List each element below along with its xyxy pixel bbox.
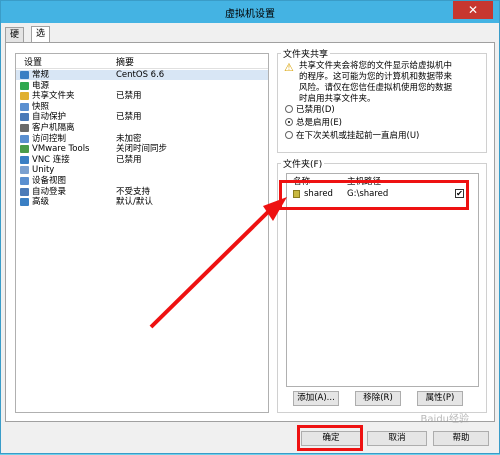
shared-folder-icon <box>20 92 29 101</box>
warning-text: 共享文件夹会将您的文件显示给虚拟机中 的程序。这可能为您的计算机和数据带来 风险… <box>299 61 452 105</box>
folder-sharing-label: 文件夹共享 <box>281 47 331 60</box>
radio-until-poweroff-label: 在下次关机或挂起前一直启用(U) <box>296 131 420 141</box>
warning-line: 共享文件夹会将您的文件显示给虚拟机中 <box>299 61 453 71</box>
radio-disabled-circle[interactable] <box>285 105 293 113</box>
close-button[interactable]: ✕ <box>453 1 493 19</box>
close-icon: ✕ <box>467 3 479 17</box>
warning-icon: ⚠ <box>284 61 294 74</box>
settings-row-label: 共享文件夹 <box>32 91 75 102</box>
properties-button[interactable]: 属性(P) <box>417 391 463 406</box>
window-title: 虚拟机设置 <box>225 9 275 20</box>
settings-row-value: 关闭时间同步 <box>116 144 168 155</box>
settings-list[interactable]: 设置 摘要 常规 CentOS 6.6 电源 共享文件夹 已禁用 快照 自动保护 已禁用 客户机… <box>15 53 269 413</box>
settings-row-label: 设备视图 <box>32 176 67 186</box>
column-header-summary[interactable]: 摘要 <box>116 55 134 68</box>
settings-row-value: 已禁用 <box>116 154 142 165</box>
add-folder-button[interactable]: 添加(A)... <box>293 391 339 406</box>
settings-row-label: VNC 连接 <box>32 154 70 165</box>
radio-always-enabled[interactable]: 总是启用(E) <box>285 118 342 129</box>
autoprotect-icon <box>20 113 29 122</box>
settings-row-value: 默认/默认 <box>116 197 153 208</box>
column-header-setting[interactable]: 设置 <box>24 55 42 68</box>
tab-hardware[interactable]: 硬件 <box>5 27 25 55</box>
title-bar: 虚拟机设置 ✕ <box>1 1 499 23</box>
folders-label: 文件夹(F) <box>281 157 325 170</box>
autologin-icon <box>20 187 29 196</box>
remove-folder-button[interactable]: 移除(R) <box>355 391 401 406</box>
cancel-button[interactable]: 取消 <box>367 431 427 446</box>
settings-row[interactable]: 共享文件夹 已禁用 <box>16 91 268 101</box>
radio-until-poweroff-circle[interactable] <box>285 131 293 139</box>
folder-icon <box>293 190 300 198</box>
settings-row-label: Unity <box>32 165 55 176</box>
vnc-icon <box>20 155 29 164</box>
settings-row[interactable]: 电源 <box>16 81 268 91</box>
column-header-host-path[interactable]: 主机路径 <box>347 175 381 187</box>
settings-row[interactable]: VNC 连接 已禁用 <box>16 155 268 165</box>
warning-line: 的程序。这可能为您的计算机和数据带来 <box>299 72 453 82</box>
settings-row[interactable]: 高级 默认/默认 <box>16 197 268 207</box>
settings-row-label: 常规 <box>32 70 50 80</box>
folder-enabled-checkbox[interactable]: ✔ <box>455 189 464 198</box>
settings-row-label: 访问控制 <box>32 133 67 144</box>
settings-row-label: 自动登录 <box>32 186 67 197</box>
watermark: Baidu经验 <box>420 414 469 425</box>
radio-disabled-label: 已禁用(D) <box>296 105 335 115</box>
unity-icon <box>20 166 29 175</box>
settings-row-value: 已禁用 <box>116 112 142 123</box>
settings-row-label: 电源 <box>32 80 50 91</box>
settings-row[interactable]: VMware Tools 关闭时间同步 <box>16 144 268 154</box>
access-control-icon <box>20 134 29 143</box>
tab-options[interactable]: 选项 <box>31 26 51 54</box>
settings-window: 虚拟机设置 ✕ 硬件 选项 设置 摘要 常规CentOS 6.6电源共享文件夹已… <box>0 0 500 454</box>
settings-row[interactable]: 自动保护 已禁用 <box>16 112 268 122</box>
settings-row-value: CentOS 6.6 <box>116 70 165 80</box>
settings-row[interactable]: 快照 <box>16 102 268 112</box>
settings-row[interactable]: 客户机隔离 <box>16 123 268 133</box>
general-icon <box>20 71 29 79</box>
warning-line: 风险。请仅在您信任虚拟机使用您的数据 <box>299 83 453 93</box>
settings-row-value: 未加密 <box>116 133 142 144</box>
settings-row-label: 自动保护 <box>32 112 67 123</box>
folder-name: shared <box>304 189 333 199</box>
help-button[interactable]: 帮助 <box>433 431 489 446</box>
device-view-icon <box>20 177 29 185</box>
folder-path: G:\shared <box>347 189 389 199</box>
settings-row-label: 快照 <box>32 101 50 112</box>
radio-always-enabled-circle[interactable] <box>285 118 293 126</box>
folder-list[interactable]: 名称 主机路径 shared G:\shared ✔ <box>286 173 479 387</box>
radio-always-enabled-label: 总是启用(E) <box>296 118 343 128</box>
settings-row[interactable]: 访问控制 未加密 <box>16 134 268 144</box>
settings-row-label: 客户机隔离 <box>32 123 75 133</box>
ok-button[interactable]: 确定 <box>301 431 361 446</box>
settings-row-label: 高级 <box>32 197 50 208</box>
warning-line: 时启用共享文件夹。 <box>299 94 376 104</box>
snapshot-icon <box>20 102 29 111</box>
settings-row-value: 已禁用 <box>116 91 142 102</box>
settings-list-header: 设置 摘要 <box>16 54 268 69</box>
power-icon <box>20 81 29 90</box>
radio-until-poweroff[interactable]: 在下次关机或挂起前一直启用(U) <box>285 131 419 142</box>
radio-disabled[interactable]: 已禁用(D) <box>285 105 335 116</box>
settings-row-value: 不受支持 <box>116 186 151 197</box>
settings-row[interactable]: 设备视图 <box>16 176 268 186</box>
settings-row[interactable]: 自动登录 不受支持 <box>16 187 268 197</box>
advanced-icon <box>20 198 29 207</box>
settings-row[interactable]: 常规 CentOS 6.6 <box>16 70 268 80</box>
column-header-name[interactable]: 名称 <box>293 175 310 187</box>
folder-row[interactable]: shared G:\shared ✔ <box>287 187 478 201</box>
vmware-tools-icon <box>20 145 29 154</box>
settings-row-label: VMware Tools <box>32 144 90 155</box>
isolation-icon <box>20 124 29 132</box>
settings-row[interactable]: Unity <box>16 165 268 175</box>
